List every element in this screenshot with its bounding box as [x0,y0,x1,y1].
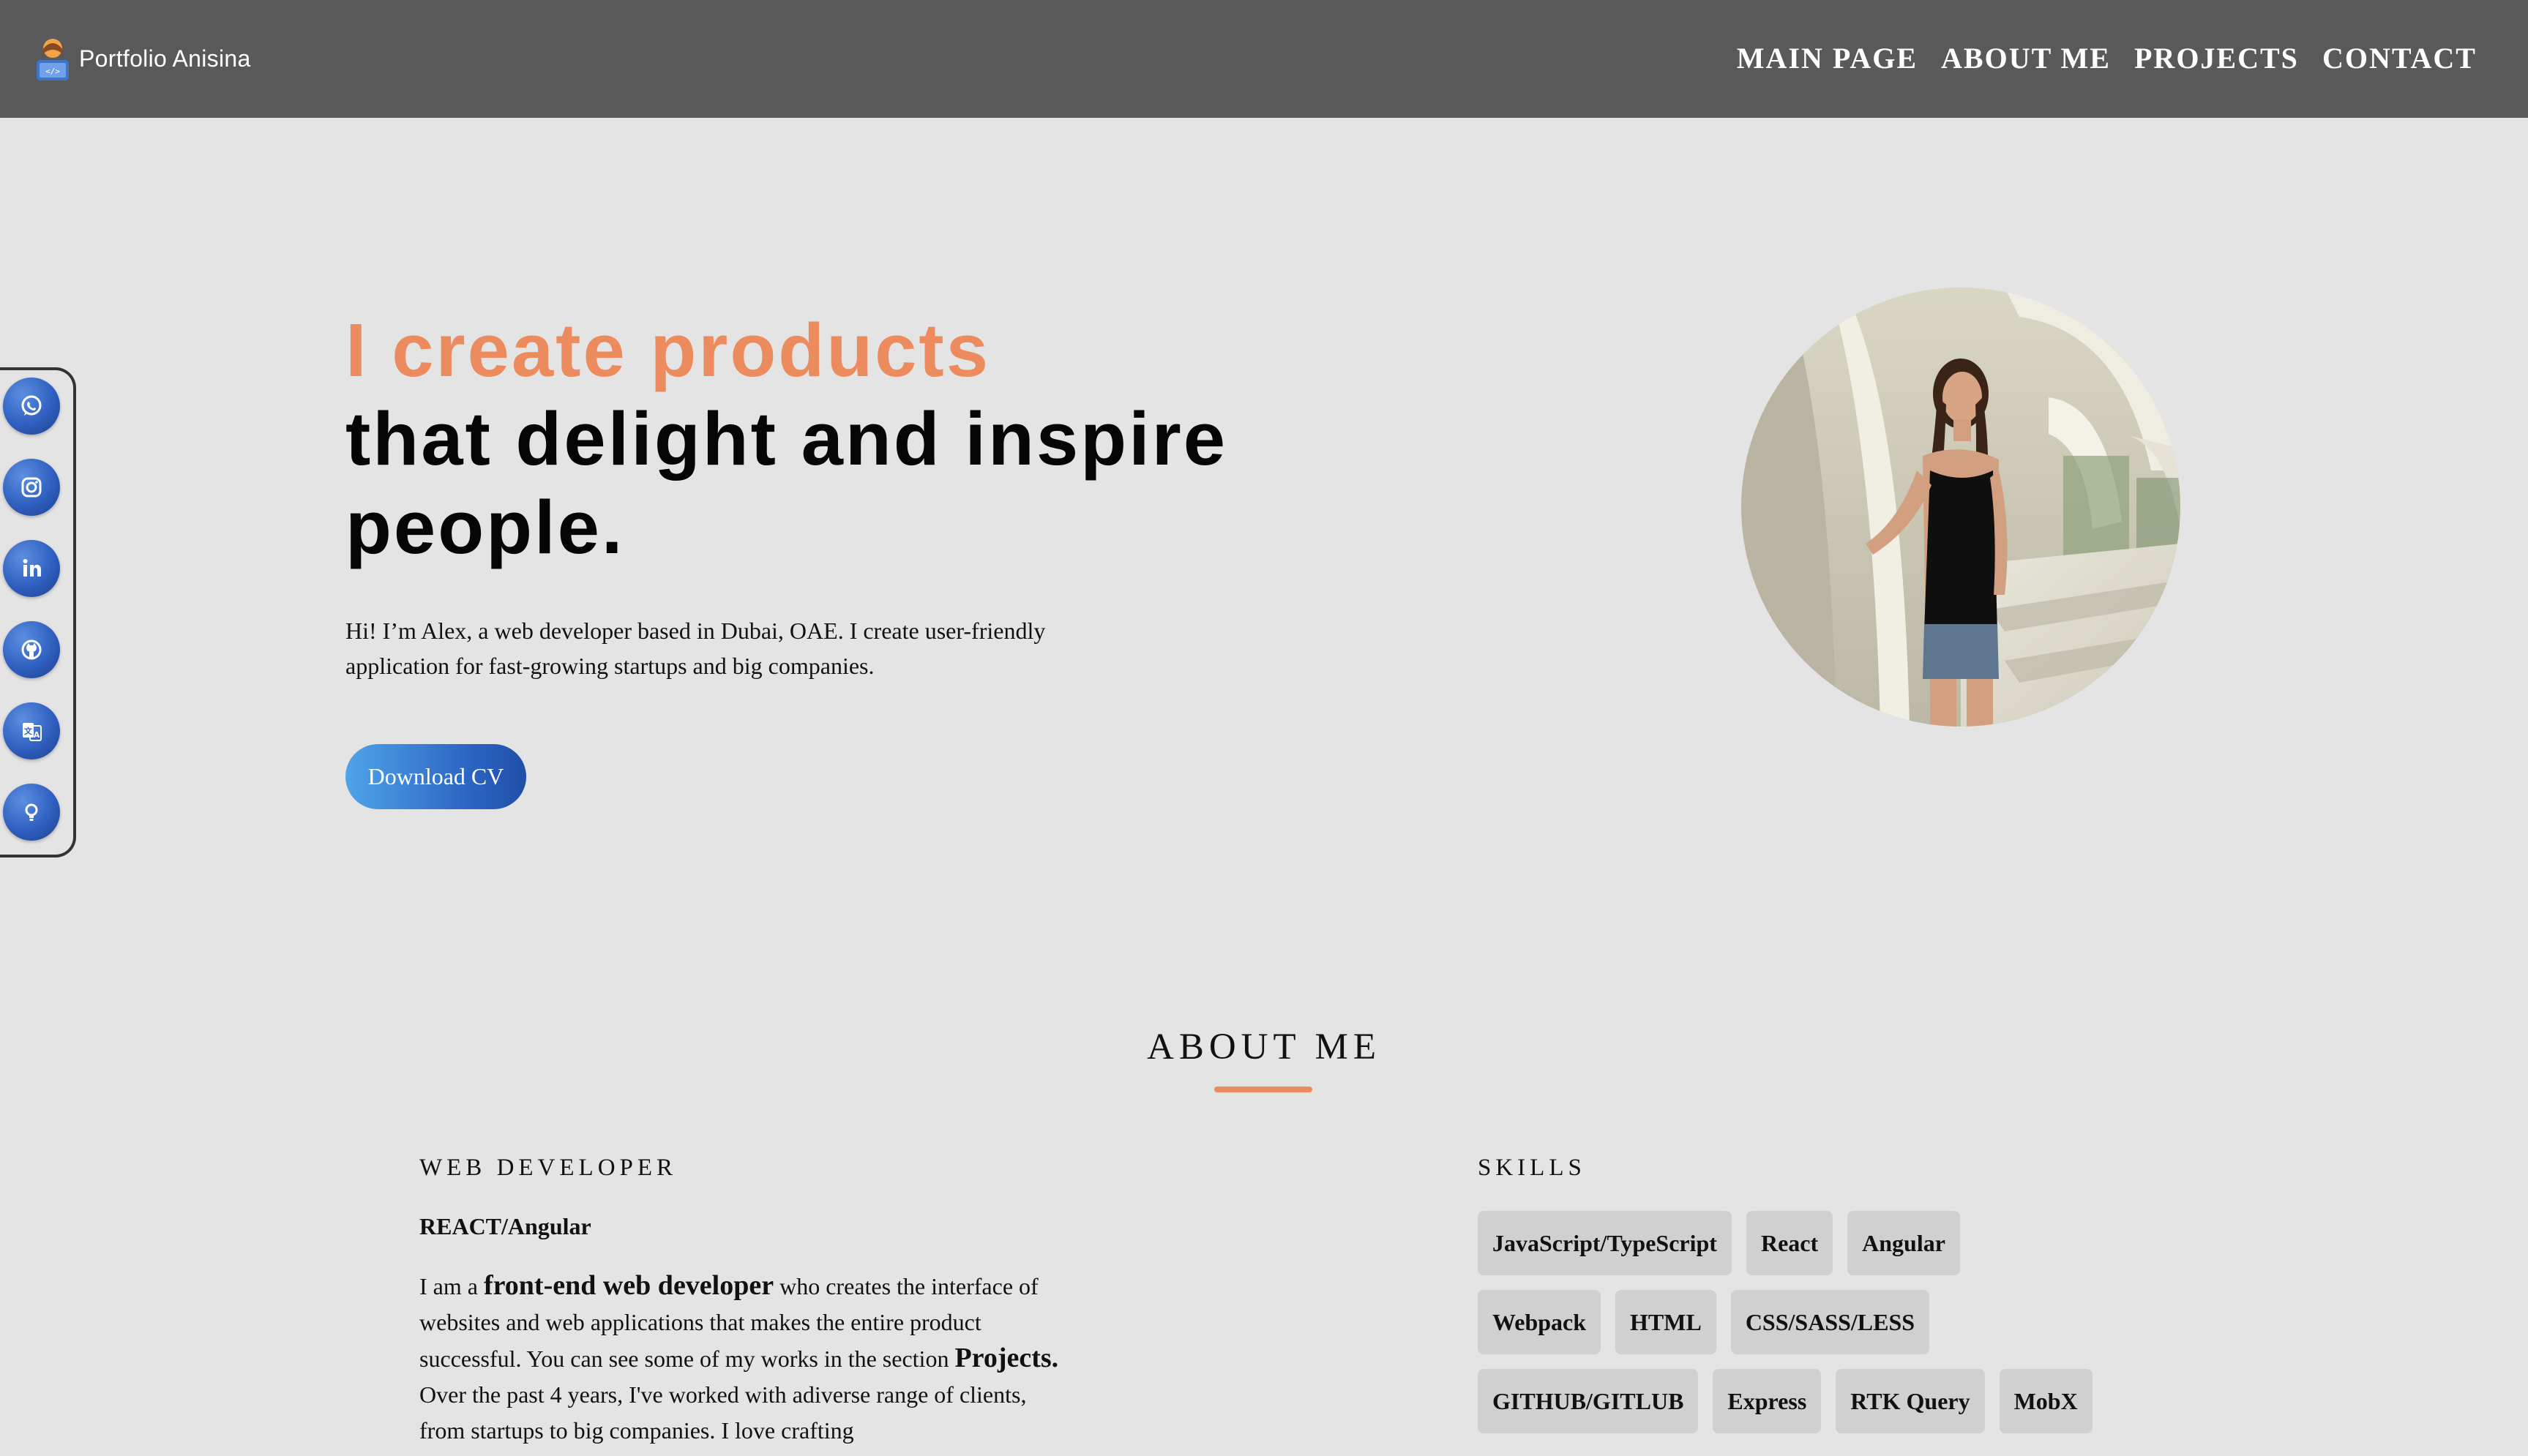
skill-chip: HTML [1615,1290,1716,1354]
nav-main-page[interactable]: MAIN PAGE [1737,38,1918,79]
skills-heading: SKILLS [1478,1155,1586,1181]
bio-part-3: Over the past 4 years, I've worked with … [419,1381,1027,1444]
hero-title-line2: that delight and inspire [345,397,1228,481]
skill-chip: Webpack [1478,1290,1601,1354]
web-developer-heading: WEB DEVELOPER [419,1155,678,1181]
nav-projects[interactable]: PROJECTS [2134,38,2299,79]
svg-text:文: 文 [24,726,33,736]
skills-row: Webpack HTML CSS/SASS/LESS [1478,1290,2283,1354]
svg-text:A: A [34,730,40,740]
skill-chip: JavaScript/TypeScript [1478,1211,1732,1275]
site-logo[interactable]: </> Portfolio Anisina [32,35,251,82]
linkedin-button[interactable] [3,540,60,597]
lightbulb-icon [25,803,38,821]
developer-avatar-icon: </> [37,39,69,80]
ideas-button[interactable] [3,784,60,841]
linkedin-icon [23,559,41,577]
logo-text: Portfolio Anisina [79,45,251,72]
github-icon [21,639,42,660]
skill-chip: RTK Query [1836,1369,1985,1433]
main-nav: MAIN PAGE ABOUT ME PROJECTS CONTACT [1737,38,2477,79]
profile-photo-image [1741,288,2180,727]
skills-list: JavaScript/TypeScript React Angular Webp… [1478,1211,2283,1448]
translate-button[interactable]: 文 A [3,702,60,759]
role-label: REACT/Angular [419,1213,591,1239]
skills-row: GITHUB/GITLUB Express RTK Query MobX [1478,1369,2283,1433]
profile-photo [1741,288,2180,727]
section-underline [1214,1087,1312,1092]
skill-chip: GITHUB/GITLUB [1478,1369,1699,1433]
skill-chip: Angular [1847,1211,1960,1275]
about-section-title: ABOUT ME [1147,1027,1381,1067]
bio-text: I am a front-end web developer who creat… [419,1268,1063,1449]
instagram-button[interactable] [3,459,60,516]
nav-contact[interactable]: CONTACT [2322,38,2477,79]
github-button[interactable] [3,621,60,678]
social-sidebar: 文 A [0,367,76,858]
bio-highlight-2: Projects. [954,1343,1059,1373]
svg-text:</>: </> [45,67,60,76]
hero-title-line3: people. [345,485,625,569]
bio-part-1: I am a [419,1273,484,1299]
nav-about-me[interactable]: ABOUT ME [1941,38,2111,79]
skill-chip: React [1746,1211,1833,1275]
hero-intro: Hi! I’m Alex, a web developer based in D… [345,618,1046,679]
hero-title-accent: I create products [345,308,990,392]
skill-chip: CSS/SASS/LESS [1730,1290,1930,1354]
translate-icon: 文 A [23,723,42,741]
skill-chip: Express [1713,1369,1822,1433]
top-navbar: </> Portfolio Anisina MAIN PAGE ABOUT ME… [0,0,2528,118]
hero-title: I create products that delight and inspi… [345,306,1227,571]
whatsapp-icon [21,395,42,416]
instagram-icon [21,477,42,498]
download-cv-button[interactable]: Download CV [345,744,526,809]
bio-highlight-1: front-end web developer [483,1270,774,1301]
skills-row: JavaScript/TypeScript React Angular [1478,1211,2283,1275]
skill-chip: MobX [1999,1369,2093,1433]
whatsapp-button[interactable] [3,378,60,435]
